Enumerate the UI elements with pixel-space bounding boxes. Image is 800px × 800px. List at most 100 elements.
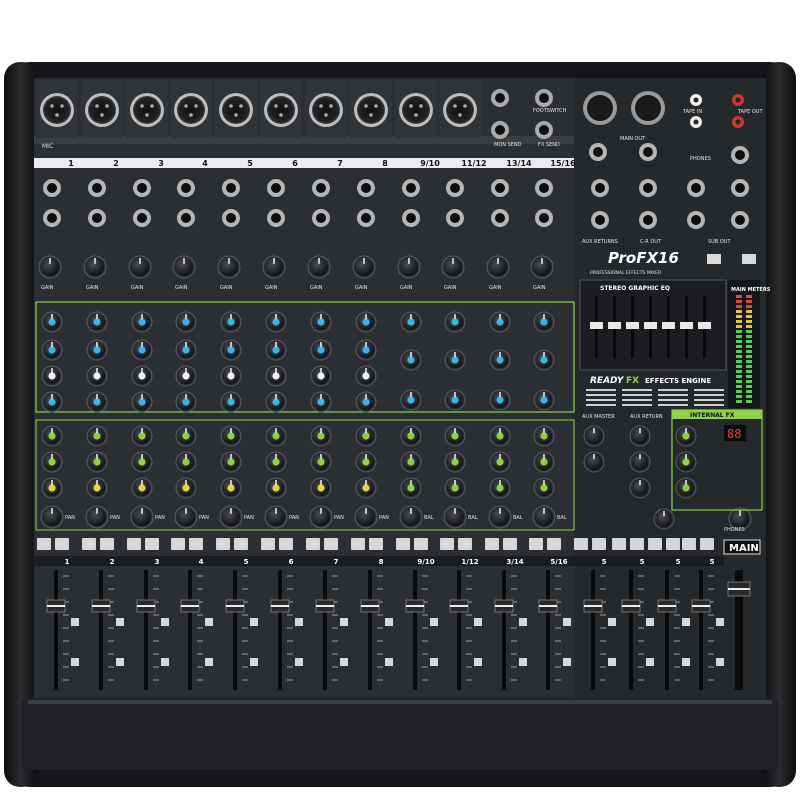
eq-knob-4-1[interactable] (175, 311, 197, 333)
aux-knob-7-2[interactable] (310, 451, 332, 473)
gain-knob-3[interactable] (128, 255, 152, 279)
aux-knob-6-3[interactable] (265, 477, 287, 499)
geq-fader-1[interactable] (590, 322, 603, 329)
fader-button[interactable] (519, 658, 527, 666)
eq-knob-5-4[interactable] (220, 391, 242, 413)
aux-knob-9-3[interactable] (400, 477, 422, 499)
solo-button-12[interactable] (547, 538, 561, 550)
aux-knob-4-3[interactable] (175, 477, 197, 499)
mute-button-9[interactable] (396, 538, 410, 550)
aux-knob-8-3[interactable] (355, 477, 377, 499)
pan-knob-11[interactable] (488, 505, 512, 529)
eq-knob-3-1[interactable] (131, 311, 153, 333)
eq-knob-2-4[interactable] (86, 391, 108, 413)
geq-fader-2[interactable] (608, 322, 621, 329)
fader-button[interactable] (430, 658, 438, 666)
pan-knob-5[interactable] (219, 505, 243, 529)
mute-button-11[interactable] (485, 538, 499, 550)
eq-knob-12-3[interactable] (533, 389, 555, 411)
pan-knob-1[interactable] (40, 505, 64, 529)
fader-button[interactable] (116, 618, 124, 626)
eq-knob-6-1[interactable] (265, 311, 287, 333)
fader-button[interactable] (295, 658, 303, 666)
geq-fader-3[interactable] (626, 322, 639, 329)
pan-knob-12[interactable] (532, 505, 556, 529)
mute-button-16[interactable] (682, 538, 696, 550)
eq-knob-9-2[interactable] (400, 349, 422, 371)
aux-knob-1-2[interactable] (41, 451, 63, 473)
fader-button[interactable] (385, 658, 393, 666)
mute-button-14[interactable] (612, 538, 626, 550)
aux-knob-5-2[interactable] (220, 451, 242, 473)
solo-button-13[interactable] (592, 538, 606, 550)
solo-button-16[interactable] (700, 538, 714, 550)
aux-knob-12-3[interactable] (533, 477, 555, 499)
aux-knob-2-2[interactable] (86, 451, 108, 473)
solo-button-11[interactable] (503, 538, 517, 550)
aux-knob-12-1[interactable] (533, 425, 555, 447)
fader-button[interactable] (682, 658, 690, 666)
aux-knob-6-2[interactable] (265, 451, 287, 473)
power-button[interactable] (707, 254, 721, 264)
mute-button-6[interactable] (261, 538, 275, 550)
mute-button-7[interactable] (306, 538, 320, 550)
aux-knob-11-1[interactable] (489, 425, 511, 447)
solo-button-15[interactable] (666, 538, 680, 550)
aux-knob-10-3[interactable] (444, 477, 466, 499)
eq-knob-8-2[interactable] (355, 339, 377, 361)
pan-knob-9[interactable] (399, 505, 423, 529)
gain-knob-12[interactable] (530, 255, 554, 279)
eq-knob-12-2[interactable] (533, 349, 555, 371)
pan-knob-4[interactable] (174, 505, 198, 529)
fader-button[interactable] (340, 618, 348, 626)
fader-button[interactable] (161, 658, 169, 666)
aux-knob-7-3[interactable] (310, 477, 332, 499)
pan-knob-8[interactable] (354, 505, 378, 529)
eq-knob-5-3[interactable] (220, 365, 242, 387)
fader-button[interactable] (385, 618, 393, 626)
eq-knob-10-3[interactable] (444, 389, 466, 411)
pan-knob-7[interactable] (309, 505, 333, 529)
eq-knob-11-1[interactable] (489, 311, 511, 333)
eq-knob-10-2[interactable] (444, 349, 466, 371)
aux-knob-4-1[interactable] (175, 425, 197, 447)
aux-knob-3-3[interactable] (131, 477, 153, 499)
fader-button[interactable] (646, 618, 654, 626)
aux-knob-7-1[interactable] (310, 425, 332, 447)
aux-knob-10-1[interactable] (444, 425, 466, 447)
eq-knob-3-4[interactable] (131, 391, 153, 413)
eq-knob-4-3[interactable] (175, 365, 197, 387)
mute-button-4[interactable] (171, 538, 185, 550)
level-knob[interactable] (653, 508, 675, 530)
eq-knob-1-2[interactable] (41, 339, 63, 361)
fader-button[interactable] (205, 658, 213, 666)
fader-button[interactable] (474, 658, 482, 666)
fader-button[interactable] (563, 658, 571, 666)
aux-knob-11-3[interactable] (489, 477, 511, 499)
solo-button-1[interactable] (55, 538, 69, 550)
solo-button-3[interactable] (145, 538, 159, 550)
eq-knob-2-1[interactable] (86, 311, 108, 333)
master-knob-6[interactable] (675, 425, 697, 447)
gain-knob-9[interactable] (397, 255, 421, 279)
fader-button[interactable] (250, 658, 258, 666)
eq-knob-8-1[interactable] (355, 311, 377, 333)
fader-button[interactable] (205, 618, 213, 626)
gain-knob-1[interactable] (38, 255, 62, 279)
eq-knob-6-2[interactable] (265, 339, 287, 361)
aux-knob-1-3[interactable] (41, 477, 63, 499)
solo-button-14[interactable] (630, 538, 644, 550)
eq-knob-1-3[interactable] (41, 365, 63, 387)
fader-button[interactable] (519, 618, 527, 626)
fader-button[interactable] (608, 658, 616, 666)
aux-knob-10-2[interactable] (444, 451, 466, 473)
gain-knob-8[interactable] (352, 255, 376, 279)
eq-knob-2-2[interactable] (86, 339, 108, 361)
master-knob-7[interactable] (675, 451, 697, 473)
mute-button-15[interactable] (648, 538, 662, 550)
gain-knob-7[interactable] (307, 255, 331, 279)
gain-knob-5[interactable] (217, 255, 241, 279)
aux-knob-5-1[interactable] (220, 425, 242, 447)
aux-knob-8-2[interactable] (355, 451, 377, 473)
aux-knob-2-3[interactable] (86, 477, 108, 499)
